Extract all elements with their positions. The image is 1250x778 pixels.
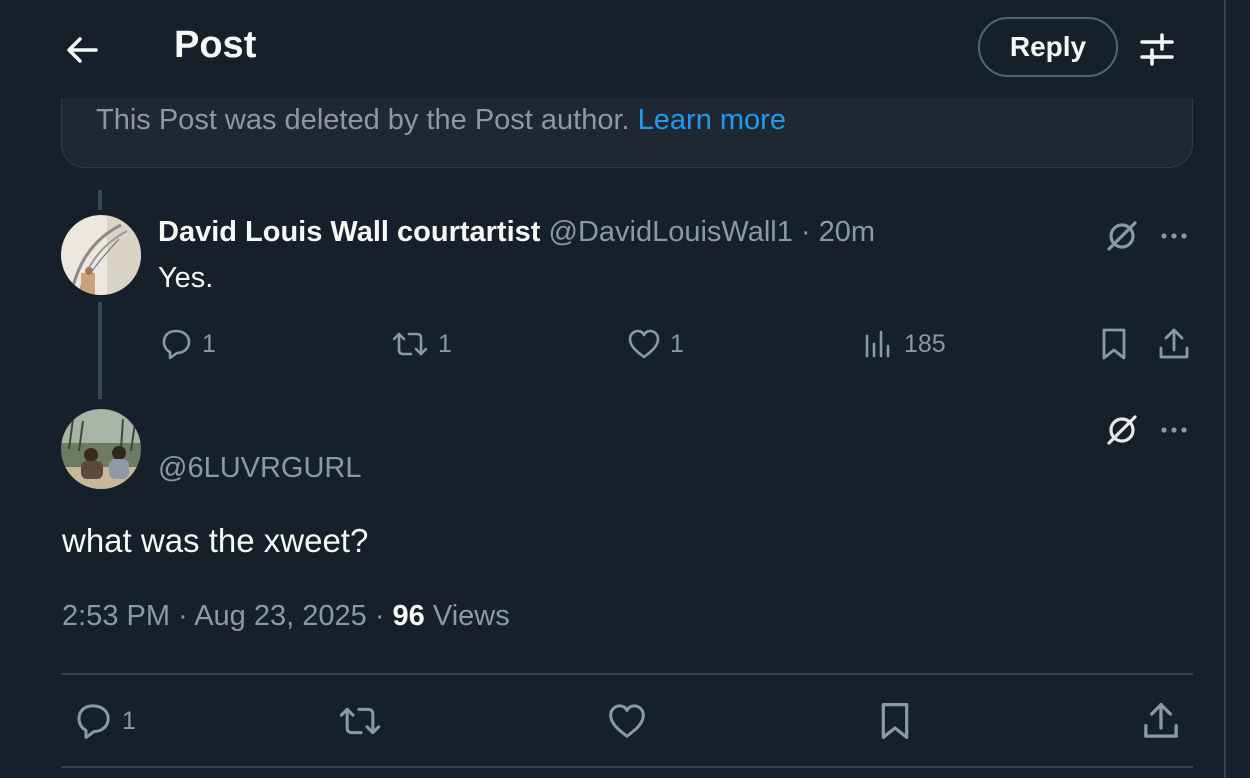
comment-icon [162,329,191,360]
main-comment-icon [77,704,110,739]
learn-more-link[interactable]: Learn more [638,104,786,136]
deleted-notice-message: This Post was deleted by the Post author… [96,104,630,136]
main-share-action[interactable] [1140,700,1182,742]
main-bookmark-icon [881,703,909,739]
settings-sliders-icon[interactable] [1138,30,1176,68]
main-reply-action[interactable]: 1 [72,700,136,742]
main-bookmark-action[interactable] [874,700,916,742]
reply-share-action[interactable] [1156,326,1192,362]
post-views-count: 96 [392,600,425,632]
avatar-david-louis-wall[interactable] [61,215,141,295]
reply-author-handle[interactable]: @DavidLouisWall1 [549,216,793,248]
views-chart-icon [865,330,890,358]
deleted-notice-text: This Post was deleted by the Post author… [96,104,786,137]
reply-comment-action[interactable]: 1 [158,326,216,362]
divider-top [61,673,1193,675]
repost-icon [392,332,428,356]
reply-button[interactable]: Reply [978,17,1118,77]
bookmark-icon [1102,328,1126,360]
post-time[interactable]: 2:53 PM [62,600,170,632]
reply-repost-count: 1 [438,329,452,358]
main-heart-icon [609,704,645,738]
reply-repost-action[interactable]: 1 [390,326,452,362]
post-metadata: 2:53 PM · Aug 23, 2025 · 96 Views [62,600,510,633]
main-post-text: what was the xweet? [62,522,369,559]
post-date[interactable]: Aug 23, 2025 [194,600,367,632]
top-header: Post Reply [0,0,1224,98]
avatar-6luvrgurl[interactable] [61,409,141,489]
more-options-icon[interactable] [1156,218,1192,254]
main-repost-icon [339,707,381,735]
main-comment-count: 1 [122,706,136,735]
divider-bottom [61,766,1193,768]
main-share-icon [1144,703,1178,738]
reply-bookmark-action[interactable] [1096,326,1132,362]
reply-author-name[interactable]: David Louis Wall courtartist [158,216,540,248]
reply-header: David Louis Wall courtartist @DavidLouis… [158,216,875,249]
page-title: Post [174,24,257,66]
main-like-action[interactable] [606,700,648,742]
meta-separator-1: · [178,600,188,632]
column-border [1224,0,1226,778]
heart-icon [628,329,660,359]
reply-views-count: 185 [904,329,946,358]
reply-views-action[interactable]: 185 [860,326,946,362]
thread-connector-top [98,190,102,210]
meta-separator-2: · [374,600,385,632]
thread-connector [98,302,102,399]
back-arrow-icon[interactable] [62,30,102,70]
main-grok-icon[interactable] [1104,412,1140,448]
reply-time[interactable]: 20m [819,216,875,248]
reply-comment-count: 1 [202,329,216,358]
reply-like-count: 1 [670,329,684,358]
reply-text: Yes. [158,262,214,294]
post-views-label: Views [432,600,510,632]
main-repost-action[interactable] [336,700,384,742]
reply-separator: · [800,216,811,248]
main-more-options-icon[interactable] [1156,412,1192,448]
reply-like-action[interactable]: 1 [626,326,684,362]
main-author-handle[interactable]: @6LUVRGURL [158,452,362,485]
grok-icon[interactable] [1104,218,1140,254]
share-icon [1159,328,1189,359]
